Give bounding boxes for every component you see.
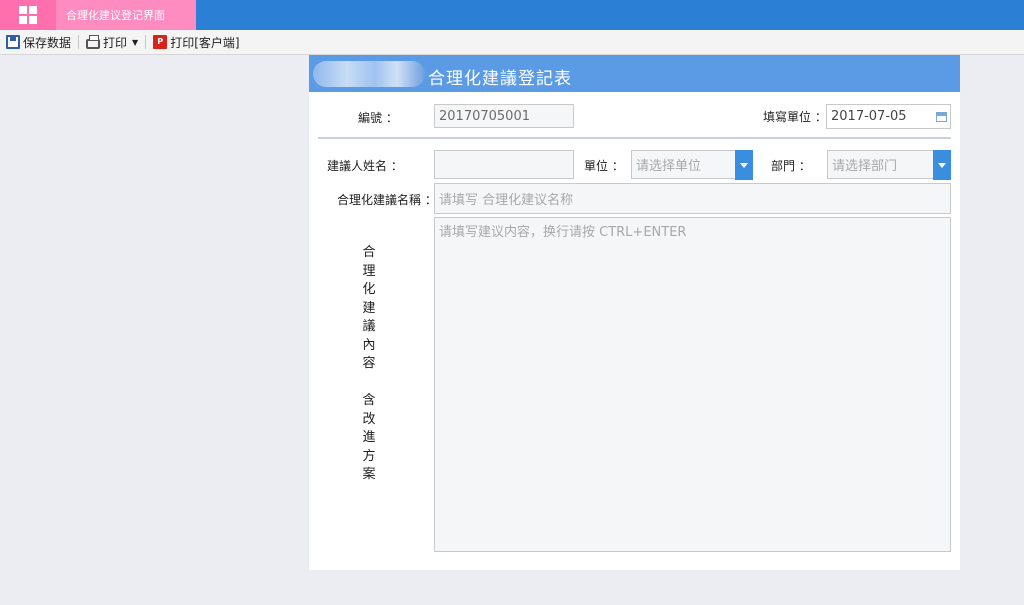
content-label-char: 合 bbox=[362, 245, 376, 260]
date-field[interactable]: 2017-07-05 bbox=[826, 104, 951, 129]
print-label: 打印 bbox=[103, 35, 128, 50]
unit-label: 單位 ： bbox=[584, 159, 624, 173]
number-value: 20170705001 bbox=[439, 108, 530, 124]
content-label-char: 案 bbox=[362, 467, 376, 482]
printer-icon bbox=[86, 34, 101, 49]
suggestion-form: 合理化建議登記表 編號 ： 20170705001 填寫單位 ： 2017-07… bbox=[309, 55, 960, 570]
form-title: 合理化建議登記表 bbox=[428, 69, 572, 89]
dept-label: 部門 ： bbox=[771, 159, 811, 173]
dept-select[interactable]: 请选择部门 bbox=[827, 150, 951, 180]
content-label-char: 化 bbox=[362, 282, 376, 297]
tab-suggestion-registration[interactable]: 合理化建议登记界面 bbox=[56, 0, 196, 30]
save-label: 保存数据 bbox=[23, 35, 72, 50]
content-label-char: 議 bbox=[362, 319, 376, 334]
chevron-down-icon[interactable]: ▼ bbox=[132, 38, 138, 47]
top-bar: 合理化建议登记界面 bbox=[0, 0, 1024, 30]
print-button[interactable]: 打印 ▼ bbox=[82, 32, 142, 52]
unit-select[interactable]: 请选择单位 bbox=[631, 150, 753, 180]
number-field: 20170705001 bbox=[434, 104, 574, 128]
suggestion-name-placeholder: 请填写 合理化建议名称 bbox=[439, 193, 574, 208]
suggestion-name-input[interactable]: 请填写 合理化建议名称 bbox=[434, 183, 951, 214]
calendar-button[interactable] bbox=[933, 105, 950, 128]
pdf-icon: P bbox=[153, 35, 168, 49]
print-client-button[interactable]: P 打印[客户端] bbox=[149, 32, 243, 52]
toolbar: 保存数据 打印 ▼ P 打印[客户端] bbox=[0, 30, 1024, 55]
content-label-char: 容 bbox=[362, 356, 376, 371]
content-label-char: 方 bbox=[362, 448, 376, 464]
content-label-char: 進 bbox=[362, 430, 376, 445]
chevron-down-icon[interactable] bbox=[933, 150, 951, 180]
name-label: 建議人姓名 ： bbox=[327, 159, 403, 173]
unit-placeholder: 请选择单位 bbox=[636, 159, 702, 174]
content-placeholder: 请填写建议内容，换行请按 CTRL+ENTER bbox=[439, 225, 687, 240]
home-tab[interactable] bbox=[0, 0, 56, 30]
content-label-char: 改 bbox=[362, 411, 376, 427]
content-label: 合 理 化 建 議 內 容 bbox=[361, 244, 377, 374]
content-label-char: 含 bbox=[362, 393, 376, 408]
chevron-down-icon[interactable] bbox=[735, 150, 753, 180]
number-label: 編號 ： bbox=[358, 111, 398, 125]
content-textarea[interactable]: 请填写建议内容，换行请按 CTRL+ENTER bbox=[434, 217, 951, 552]
content-label-char: 內 bbox=[362, 337, 376, 353]
form-header: 合理化建議登記表 bbox=[309, 55, 960, 92]
content-label-improvement: 含 改 進 方 案 bbox=[361, 392, 377, 485]
suggestion-name-label: 合理化建議名稱 ： bbox=[337, 193, 437, 207]
dept-placeholder: 请选择部门 bbox=[832, 159, 898, 174]
calendar-icon bbox=[936, 111, 947, 122]
print-client-label: 打印[客户端] bbox=[170, 35, 240, 50]
date-value: 2017-07-05 bbox=[831, 109, 907, 124]
content-label-char: 理 bbox=[362, 263, 376, 279]
toolbar-divider bbox=[78, 35, 80, 49]
toolbar-divider bbox=[145, 35, 147, 49]
tab-label: 合理化建议登记界面 bbox=[66, 9, 165, 22]
content-label-char: 建 bbox=[362, 300, 376, 316]
save-icon bbox=[6, 35, 20, 49]
name-input[interactable] bbox=[434, 150, 574, 179]
header-divider bbox=[318, 137, 951, 139]
blurred-logo bbox=[313, 61, 425, 87]
save-button[interactable]: 保存数据 bbox=[2, 32, 75, 52]
grid-icon bbox=[19, 6, 37, 24]
fill-unit-label: 填寫單位 ： bbox=[763, 110, 827, 124]
